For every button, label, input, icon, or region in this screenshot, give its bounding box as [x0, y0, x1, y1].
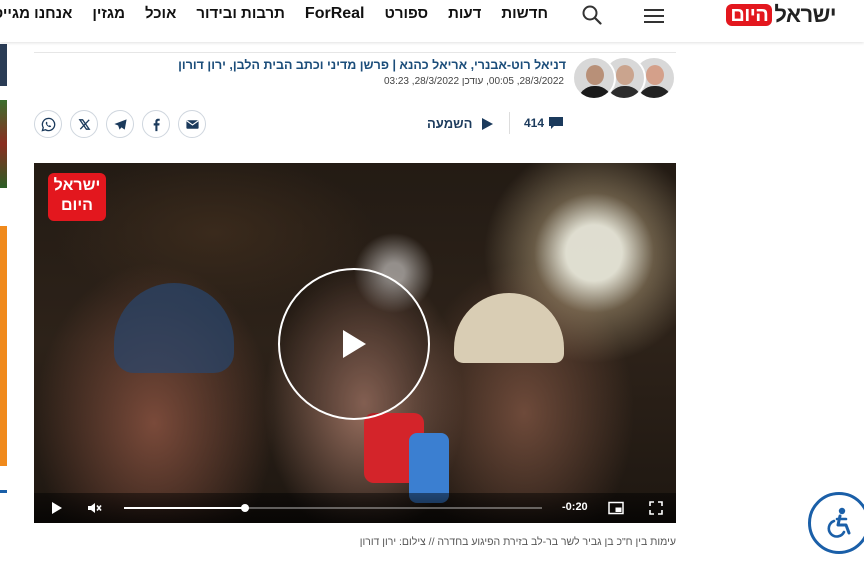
- listen-button[interactable]: השמעה: [427, 116, 494, 131]
- author-avatars[interactable]: [572, 56, 676, 102]
- menu-icon[interactable]: [644, 5, 664, 25]
- main-nav: חדשות דעות ספורט ForReal תרבות ובידור או…: [0, 5, 548, 23]
- nav-item-culture[interactable]: תרבות ובידור: [196, 5, 285, 23]
- fullscreen-icon[interactable]: [648, 500, 664, 516]
- nav-item-news[interactable]: חדשות: [501, 5, 548, 23]
- telegram-icon[interactable]: [106, 110, 134, 138]
- author-names[interactable]: דניאל רוט-אבנרי, אריאל כהנא | פרשן מדיני…: [178, 58, 566, 72]
- x-icon[interactable]: [70, 110, 98, 138]
- nav-item-food[interactable]: אוכל: [145, 5, 176, 23]
- progress-fill: [124, 507, 246, 509]
- video-player[interactable]: ישראל היום -0:20: [34, 163, 676, 523]
- divider: [509, 112, 510, 134]
- share-buttons: [34, 110, 206, 138]
- video-logo: ישראל היום: [48, 173, 106, 221]
- picture-in-picture-icon[interactable]: [608, 500, 624, 516]
- play-icon: [482, 117, 494, 130]
- play-icon: [343, 330, 366, 358]
- nav-item-forreal[interactable]: ForReal: [305, 5, 365, 23]
- nav-item-sports[interactable]: ספורט: [385, 5, 429, 23]
- left-edge-thumbnail[interactable]: [0, 44, 7, 86]
- big-play-button[interactable]: [278, 268, 430, 420]
- logo-word-2: היום: [726, 4, 773, 26]
- nav-item-opinions[interactable]: דעות: [448, 5, 481, 23]
- nav-item-jobs[interactable]: אנחנו מגייסים: [0, 5, 72, 23]
- site-header: ישראל היום חדשות דעות ספורט ForReal תרבו…: [0, 0, 864, 42]
- video-caption: עימות בין ח"כ בן גביר לשר בר-לב בזירת הפ…: [359, 536, 676, 548]
- comments-button[interactable]: 414: [524, 116, 564, 130]
- video-controls: -0:20: [34, 493, 676, 523]
- mute-icon[interactable]: [86, 500, 102, 516]
- accessibility-icon[interactable]: [808, 492, 864, 554]
- facebook-icon[interactable]: [142, 110, 170, 138]
- play-icon[interactable]: [48, 500, 64, 516]
- comment-icon: [549, 117, 564, 129]
- left-edge-thumbnail[interactable]: [0, 100, 7, 188]
- publish-dates: 28/3/2022, 00:05, עודכן 28/3/2022, 03:23: [383, 76, 564, 87]
- email-icon[interactable]: [178, 110, 206, 138]
- comment-count: 414: [524, 116, 545, 130]
- divider: [34, 52, 676, 53]
- logo-word-1: ישראל: [774, 2, 836, 27]
- listen-label: השמעה: [427, 116, 473, 131]
- progress-bar[interactable]: [124, 504, 542, 512]
- search-icon[interactable]: [582, 5, 602, 25]
- time-remaining: -0:20: [562, 501, 588, 513]
- site-logo[interactable]: ישראל היום: [726, 2, 836, 28]
- avatar: [572, 56, 616, 100]
- nav-item-magazine[interactable]: מגזין: [92, 5, 125, 23]
- progress-handle[interactable]: [241, 504, 250, 512]
- left-edge-divider: [0, 490, 7, 493]
- whatsapp-icon[interactable]: [34, 110, 62, 138]
- left-edge-ad[interactable]: [0, 226, 7, 466]
